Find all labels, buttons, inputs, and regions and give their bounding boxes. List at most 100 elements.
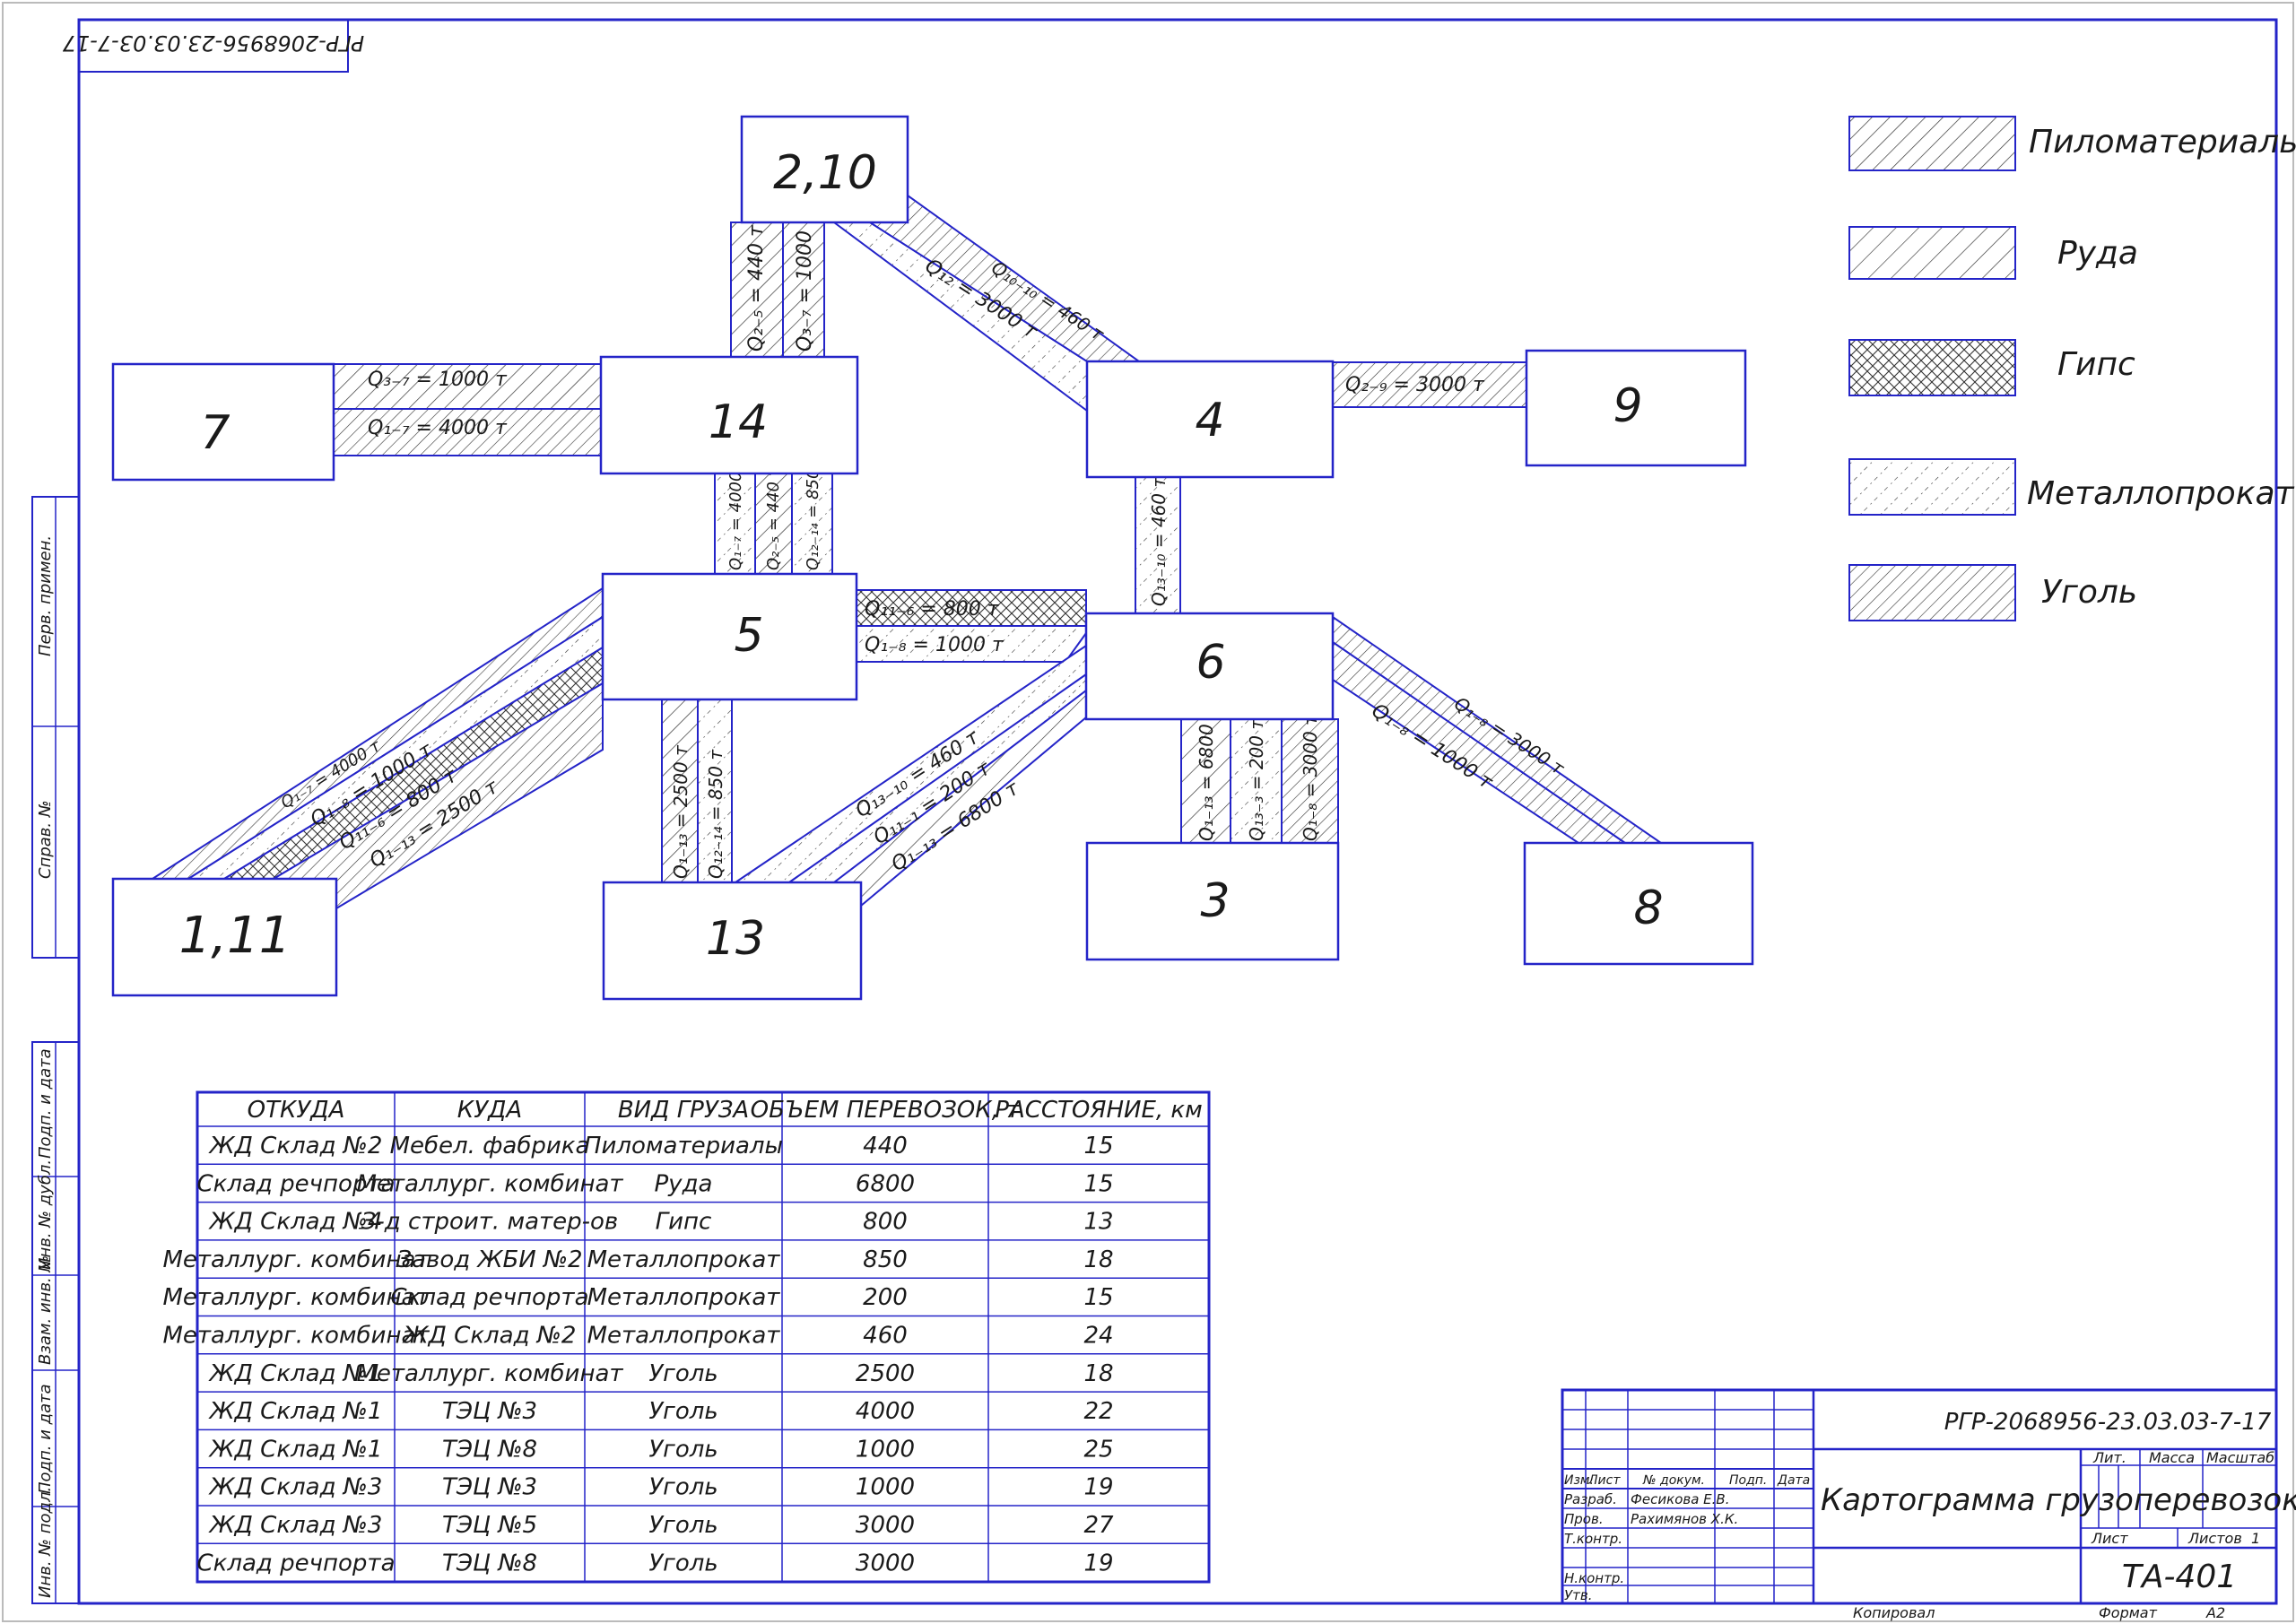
tb-group: ТА-401 (2122, 1559, 2237, 1595)
table-cell: Металлопрокат (587, 1323, 781, 1350)
table-cell: 22 (1083, 1398, 1113, 1425)
table-cell: 15 (1083, 1284, 1113, 1311)
flow-label-5-13-a: Q₁₋₁₃ = 2500 т (670, 744, 691, 879)
table-cell: ТЭЦ №3 (442, 1474, 537, 1501)
table-header-cell: РАССТОЯНИЕ, км (995, 1097, 1202, 1124)
table-cell: Уголь (648, 1436, 718, 1463)
table-cell: 850 (863, 1246, 908, 1273)
node-label-5: 5 (734, 609, 763, 663)
flow-label-6-3-b: Q₁₃₋₃ = 200 т (1246, 718, 1267, 841)
table-cell: Завод ЖБИ №2 (396, 1246, 582, 1273)
tb-nkontr: Н.контр. (1564, 1570, 1624, 1586)
freight-table: ОТКУДА КУДА ВИД ГРУЗА ОБЪЕМ ПЕРЕВОЗОК, тРАС… (162, 1090, 1211, 1584)
table-header-cell: ВИД ГРУЗА (618, 1097, 749, 1124)
side-label-4: Взам. инв. № (36, 1255, 55, 1365)
title-block: РГР-2068956-23.03.03-7-17 Картограмма гр… (1561, 1388, 2296, 1621)
table-cell: Склад речпорта (197, 1550, 396, 1576)
table-cell: Гипс (656, 1209, 712, 1236)
tb-massa: Масса (2149, 1449, 2195, 1466)
table-cell: Руда (655, 1170, 713, 1197)
node-label-7: 7 (200, 406, 230, 460)
table-cell: 27 (1083, 1512, 1114, 1539)
flow-bands (149, 194, 1665, 910)
table-cell: 25 (1083, 1436, 1113, 1463)
side-strip: Перв. примен. Справ. № Подп. и дата Инв.… (31, 496, 80, 1604)
table-cell: Уголь (648, 1550, 718, 1576)
table-header-cell: ОБЪЕМ ПЕРЕВОЗОК, т (751, 1097, 1022, 1124)
tb-col-podp: Подп. (1729, 1473, 1767, 1488)
tb-lit: Лит. (2092, 1449, 2126, 1466)
tb-list-label: Лист (2091, 1530, 2128, 1547)
tb-prov-name: Рахимянов Х.К. (1631, 1511, 1738, 1527)
table-cell: Уголь (648, 1512, 718, 1539)
node-label-13: 13 (706, 912, 765, 966)
table-cell: Уголь (648, 1398, 718, 1425)
table-cell: 200 (863, 1284, 908, 1311)
table-cell: 19 (1083, 1550, 1113, 1576)
tb-utv: Утв. (1564, 1587, 1593, 1603)
table-cell: 15 (1083, 1170, 1113, 1197)
flow-label-6-3-a: Q₁₋₁₃ = 6800 т (1196, 707, 1217, 841)
side-label-5: Подп. и дата (36, 1384, 55, 1494)
node-box-5 (601, 572, 858, 701)
table-cell: Уголь (648, 1360, 718, 1387)
flow-label-5-13-b: Q₁₂₋₁₄ = 850 т (705, 749, 726, 879)
cargo-cartogram-sheet: РГР-2068956-23.03.03-7-17 Перв. примен. … (2, 2, 2296, 1622)
flow-label-7-14-a: Q₃₋₇ = 1000 т (368, 369, 508, 391)
tb-format-value: А2 (2205, 1604, 2225, 1621)
legend-swatch-coal (1848, 564, 2016, 621)
legend-swatch-metal (1848, 458, 2016, 516)
tb-code: РГР-2068956-23.03.03-7-17 (1944, 1409, 2272, 1436)
table-cell: 6800 (856, 1170, 915, 1197)
table-cell: 440 (863, 1133, 908, 1159)
node-label-4: 4 (1195, 394, 1224, 447)
side-label-2: Подп. и дата (36, 1048, 55, 1159)
table-cell: 800 (863, 1209, 908, 1236)
table-cell: ЖД Склад №4 (208, 1209, 383, 1236)
tb-razrab: Разраб. (1564, 1491, 1617, 1507)
side-label-1: Справ. № (36, 800, 55, 879)
table-cell: ТЭЦ №8 (442, 1550, 537, 1576)
legend: Пиломатериалы Руда Гипс Металлопрокат Уг… (1848, 116, 2296, 621)
table-cell: 4000 (856, 1398, 915, 1425)
table-cell: Металлург. комбинат (162, 1246, 430, 1273)
legend-swatch-lumber (1848, 116, 2016, 171)
tb-razrab-name: Фесикова Е.В. (1631, 1491, 1729, 1507)
table-cell: 2500 (856, 1360, 915, 1387)
flow-label-2-14-a: Q₂₋₅ = 440 т (745, 224, 768, 352)
tb-col-doc: № докум. (1642, 1473, 1705, 1488)
flow-label-4-6: Q₁₃₋₁₀ = 460 т (1148, 476, 1170, 606)
table-cell: 19 (1083, 1474, 1113, 1501)
table-cell: Металлург. комбинат (162, 1323, 430, 1350)
table-cell: Металлург. комбинат (356, 1360, 623, 1387)
node-label-2-10: 2,10 (773, 146, 877, 200)
flow-label-2-14-b: Q₃₋₇ = 1000 т (794, 212, 816, 352)
tb-col-list: Лист (1587, 1473, 1621, 1488)
tb-tkontr: Т.контр. (1564, 1531, 1622, 1547)
table-cell: ЖД Склад №2 (402, 1323, 577, 1350)
tb-masshtab: Масштаб (2206, 1449, 2274, 1466)
legend-label-gypsum: Гипс (2057, 346, 2135, 383)
flow-label-5-6-b: Q₁₋₈ = 1000 т (865, 634, 1004, 656)
table-header-cell: ОТКУДА (248, 1097, 345, 1124)
legend-swatch-gypsum (1848, 339, 2016, 396)
table-cell: ТЭЦ №3 (442, 1398, 537, 1425)
legend-label-coal: Уголь (2041, 574, 2137, 611)
table-cell: Склад речпорта (391, 1284, 589, 1311)
table-cell: ТЭЦ №8 (442, 1436, 537, 1463)
table-cell: ЖД Склад №3 (208, 1512, 383, 1539)
table-cell: Металлург. комбинат (356, 1170, 623, 1197)
tb-kopiroval: Копировал (1853, 1604, 1935, 1621)
table-cell: 1000 (856, 1474, 915, 1501)
table-cell: 24 (1083, 1323, 1113, 1350)
flow-label-6-3-c: Q₁₋₈ = 3000 т (1300, 714, 1321, 841)
tb-prov: Пров. (1564, 1511, 1604, 1527)
node-label-8: 8 (1633, 881, 1663, 935)
table-cell: ЖД Склад №1 (208, 1398, 383, 1425)
table-cell: ЖД Склад №2 (208, 1133, 383, 1159)
side-label-6: Инв. № подл. (36, 1487, 55, 1598)
tb-format-label: Формат (2099, 1604, 2158, 1621)
node-label-1-11: 1,11 (179, 907, 291, 965)
table-cell: 15 (1083, 1133, 1113, 1159)
table-cell: Металлопрокат (587, 1284, 781, 1311)
